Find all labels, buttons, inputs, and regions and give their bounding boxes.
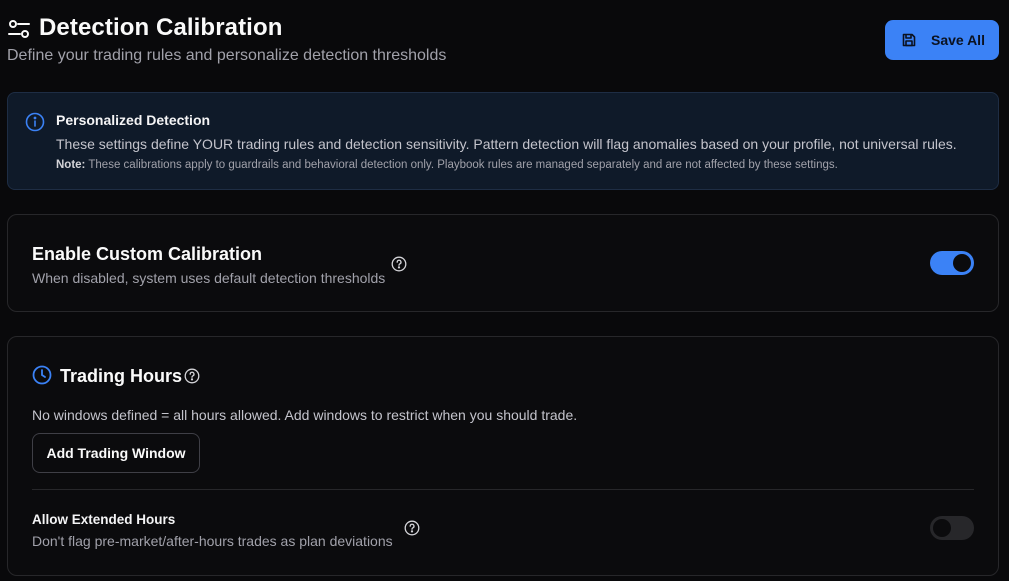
detection-calibration-page: Detection Calibration Define your tradin… (0, 0, 1009, 581)
personalized-detection-banner: Personalized Detection These settings de… (7, 92, 999, 190)
save-icon (902, 33, 916, 47)
add-trading-window-button[interactable]: Add Trading Window (32, 433, 200, 473)
banner-text: These settings define YOUR trading rules… (56, 136, 957, 152)
trading-hours-card: Trading Hours No windows defined = all h… (7, 336, 999, 576)
info-icon (25, 112, 45, 132)
custom-calibration-description: When disabled, system uses default detec… (32, 270, 386, 286)
extended-hours-toggle[interactable] (930, 516, 974, 540)
page-title: Detection Calibration (39, 14, 283, 41)
divider (32, 489, 974, 490)
page-subtitle: Define your trading rules and personaliz… (7, 47, 447, 64)
help-icon[interactable] (184, 368, 200, 384)
banner-note-text: These calibrations apply to guardrails a… (88, 159, 838, 171)
help-icon[interactable] (391, 256, 407, 272)
custom-calibration-card: Enable Custom Calibration When disabled,… (7, 214, 999, 312)
save-all-button[interactable]: Save All (885, 20, 999, 60)
custom-calibration-title: Enable Custom Calibration (32, 244, 263, 264)
trading-hours-title: Trading Hours (60, 366, 183, 386)
save-all-label: Save All (931, 32, 985, 48)
banner-note: Note: These calibrations apply to guardr… (56, 159, 838, 171)
toggle-knob (933, 519, 951, 537)
sliders-icon (8, 20, 30, 38)
extended-hours-description: Don't flag pre-market/after-hours trades… (32, 533, 393, 549)
toggle-knob (953, 254, 971, 272)
trading-hours-description: No windows defined = all hours allowed. … (32, 407, 578, 423)
clock-icon (32, 365, 52, 385)
help-icon[interactable] (404, 520, 420, 536)
custom-calibration-toggle[interactable] (930, 251, 974, 275)
banner-title: Personalized Detection (56, 112, 211, 128)
extended-hours-title: Allow Extended Hours (32, 512, 176, 527)
banner-note-label: Note: (56, 159, 86, 171)
